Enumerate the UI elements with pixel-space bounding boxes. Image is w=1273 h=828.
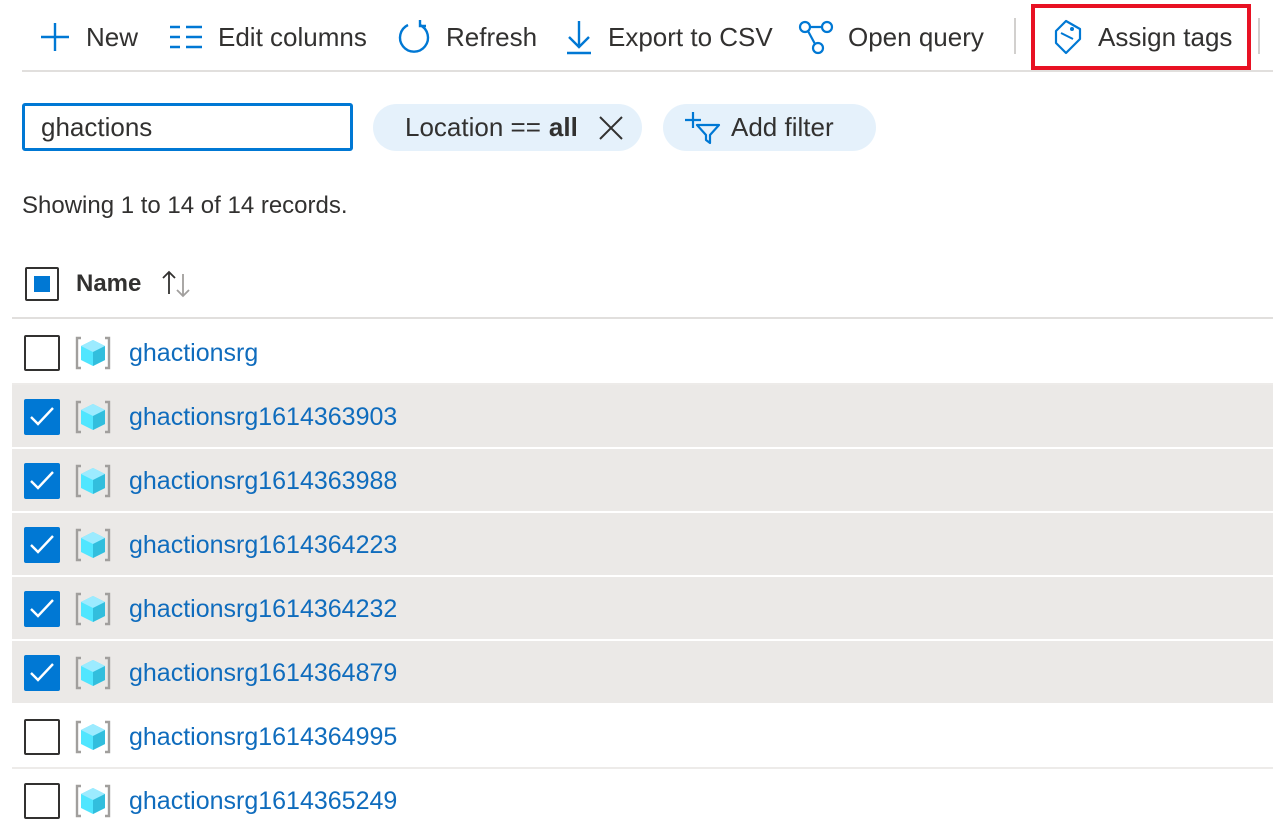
- resource-group-icon: [74, 336, 112, 375]
- select-all-checkbox[interactable]: [25, 267, 59, 301]
- resource-group-link[interactable]: ghactionsrg1614364995: [129, 723, 397, 752]
- location-filter-value: all: [548, 112, 578, 142]
- export-csv-label: Export to CSV: [608, 21, 773, 52]
- table-header: Name: [12, 252, 1273, 319]
- plus-icon: [41, 23, 69, 51]
- row-checkbox[interactable]: [24, 463, 60, 499]
- export-csv-button[interactable]: Export to CSV: [564, 14, 773, 60]
- edit-columns-label: Edit columns: [218, 21, 367, 52]
- row-checkbox[interactable]: [24, 591, 60, 627]
- toolbar-divider-end: [1258, 18, 1260, 54]
- resource-group-icon: [74, 400, 112, 439]
- sort-ascending-icon[interactable]: [160, 268, 194, 298]
- row-checkbox[interactable]: [24, 335, 60, 371]
- resource-group-link[interactable]: ghactionsrg1614365249: [129, 787, 397, 816]
- open-query-button[interactable]: Open query: [798, 14, 984, 60]
- records-status: Showing 1 to 14 of 14 records.: [22, 192, 348, 219]
- row-checkbox[interactable]: [24, 783, 60, 819]
- resource-group-icon: [74, 528, 112, 567]
- table-row[interactable]: ghactionsrg1614365249: [12, 769, 1273, 828]
- table-row[interactable]: ghactionsrg1614363903: [12, 385, 1273, 449]
- resource-group-link[interactable]: ghactionsrg1614363903: [129, 403, 397, 432]
- resource-group-link[interactable]: ghactionsrg1614364879: [129, 659, 397, 688]
- add-filter-label: Add filter: [731, 112, 834, 142]
- resource-group-icon: [74, 464, 112, 503]
- resource-group-icon: [74, 784, 112, 823]
- partial-selection-indicator: [34, 276, 50, 292]
- edit-columns-button[interactable]: Edit columns: [168, 14, 367, 60]
- resource-group-link[interactable]: ghactionsrg1614364232: [129, 595, 397, 624]
- table-row[interactable]: ghactionsrg1614363988: [12, 449, 1273, 513]
- new-label: New: [86, 21, 139, 52]
- resource-group-list: ghactionsrg ghactionsrg1614363903 ghaction…: [12, 321, 1273, 828]
- name-column-header[interactable]: Name: [76, 270, 141, 298]
- location-filter-label: Location ==: [405, 112, 541, 142]
- add-filter-button[interactable]: Add filter: [663, 104, 876, 151]
- download-icon: [567, 21, 591, 55]
- table-row[interactable]: ghactionsrg1614364995: [12, 705, 1273, 769]
- columns-icon: [170, 25, 202, 49]
- refresh-label: Refresh: [446, 21, 538, 52]
- resource-group-link[interactable]: ghactionsrg1614363988: [129, 467, 397, 496]
- toolbar-divider: [1014, 18, 1016, 54]
- table-row[interactable]: ghactionsrg1614364232: [12, 577, 1273, 641]
- row-checkbox[interactable]: [24, 655, 60, 691]
- resource-group-link[interactable]: ghactionsrg: [129, 339, 258, 368]
- new-button[interactable]: New: [38, 14, 138, 60]
- row-checkbox[interactable]: [24, 399, 60, 435]
- open-query-label: Open query: [848, 21, 984, 52]
- row-checkbox[interactable]: [24, 527, 60, 563]
- resource-group-icon: [74, 592, 112, 631]
- table-row[interactable]: ghactionsrg1614364223: [12, 513, 1273, 577]
- resource-group-icon: [74, 720, 112, 759]
- add-filter-icon: [685, 111, 721, 144]
- row-checkbox[interactable]: [24, 719, 60, 755]
- refresh-icon: [398, 20, 430, 53]
- location-filter-pill[interactable]: Location == all: [373, 104, 642, 151]
- close-icon[interactable]: [598, 115, 624, 141]
- table-row[interactable]: ghactionsrg: [12, 321, 1273, 385]
- search-input[interactable]: [22, 103, 353, 151]
- table-row[interactable]: ghactionsrg1614364879: [12, 641, 1273, 705]
- assign-tags-highlight: [1031, 4, 1251, 70]
- resource-group-icon: [74, 656, 112, 695]
- resource-group-link[interactable]: ghactionsrg1614364223: [129, 531, 397, 560]
- query-graph-icon: [798, 20, 834, 55]
- refresh-button[interactable]: Refresh: [396, 14, 537, 60]
